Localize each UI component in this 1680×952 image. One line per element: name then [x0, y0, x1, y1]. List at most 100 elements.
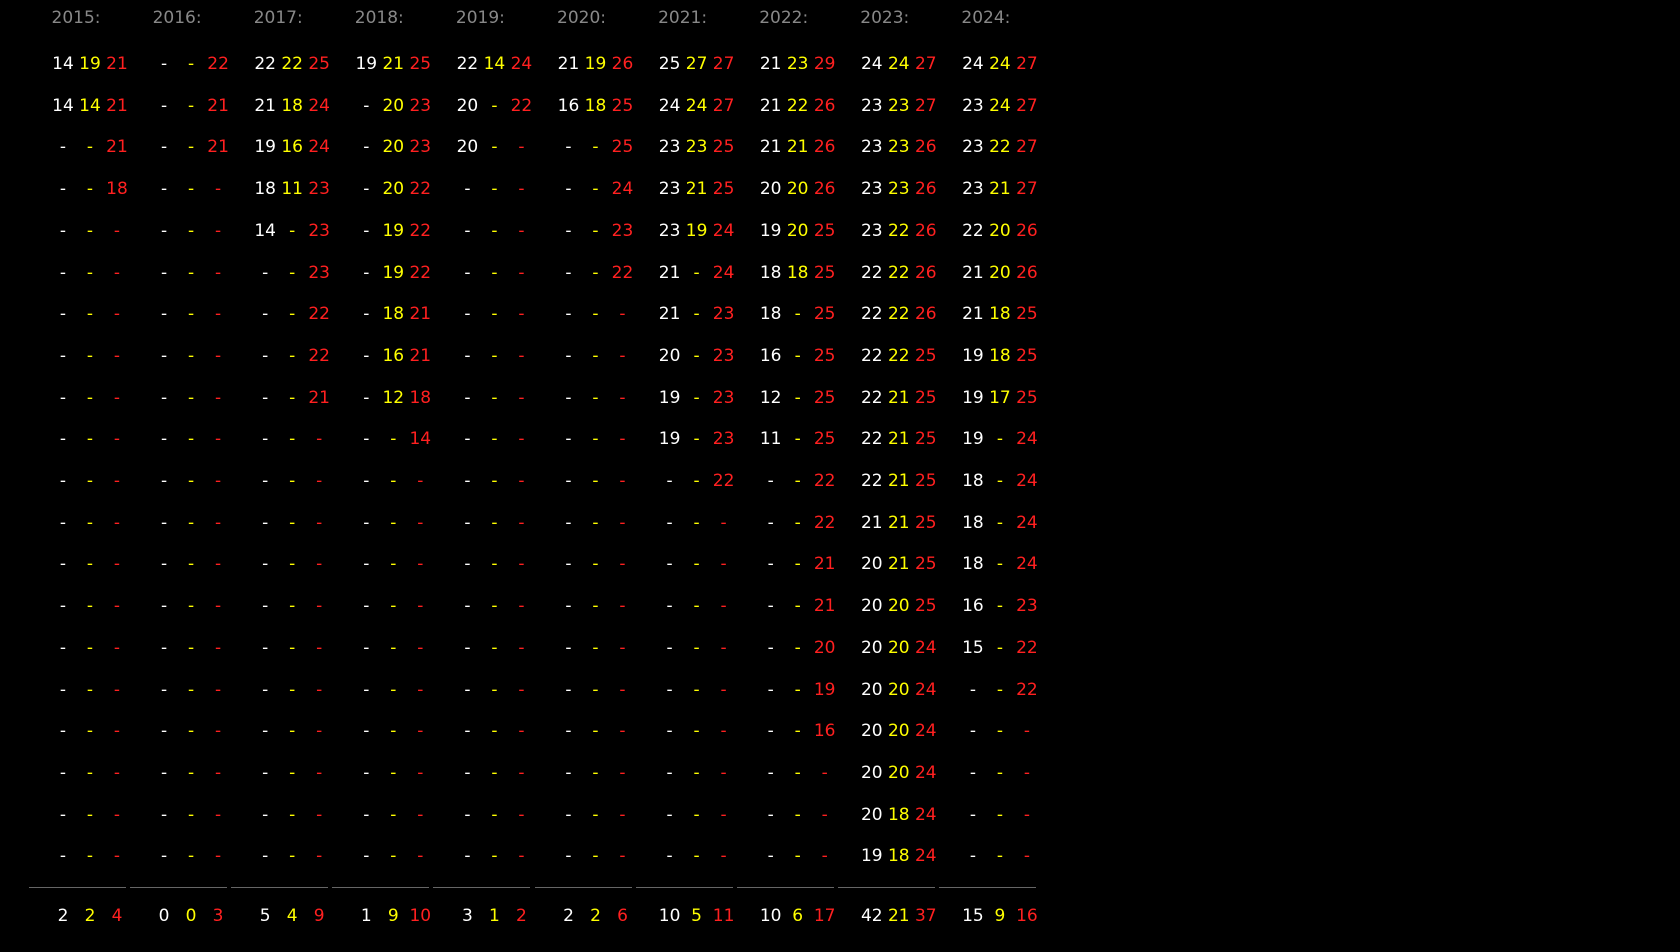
value-cell: - [794, 721, 801, 742]
value-cell: 25 [611, 137, 634, 158]
value-cell: - [86, 554, 94, 575]
value-cell: 20 [887, 679, 910, 700]
value-cell: 20 [382, 179, 405, 200]
value-cell: - [113, 262, 121, 283]
value-cell: - [188, 429, 195, 450]
value-cell: - [996, 471, 1003, 491]
value-cell: - [161, 762, 168, 783]
value-cell: 25 [914, 387, 937, 408]
value-cell: - [464, 721, 471, 742]
column-separator [433, 887, 531, 888]
value-cell: - [363, 554, 370, 575]
value-cell: 16 [759, 345, 782, 366]
value-cell: - [86, 637, 94, 658]
value-cell: - [417, 471, 424, 491]
value-cell: 21 [887, 554, 910, 575]
value-cell: - [592, 179, 599, 200]
value-cell: - [464, 429, 471, 450]
value-cell: - [113, 512, 121, 533]
value-cell: 20 [860, 554, 883, 575]
value-cell: - [161, 596, 168, 617]
value-cell: 20 [989, 262, 1011, 283]
value-cell: - [86, 304, 94, 325]
value-cell: - [59, 220, 67, 241]
value-cell: - [518, 179, 525, 200]
value-cell: 20 [860, 804, 883, 825]
value-cell: 22 [813, 512, 836, 533]
value-cell: - [390, 596, 397, 617]
value-cell: 21 [887, 429, 910, 450]
value-cell: - [464, 804, 471, 825]
total-cell: 0 [185, 906, 197, 926]
value-cell: - [363, 262, 370, 283]
value-cell: - [666, 554, 673, 575]
value-cell: 25 [813, 345, 836, 366]
value-cell: - [565, 804, 572, 825]
total-cell: 2 [515, 906, 527, 926]
value-cell: 21 [207, 95, 229, 116]
value-cell: 22 [1016, 679, 1038, 700]
value-cell: - [464, 387, 471, 408]
value-cell: - [188, 554, 195, 575]
value-cell: - [464, 220, 471, 241]
total-cell: 11 [712, 906, 735, 926]
total-cell: 2 [563, 906, 574, 926]
value-cell: 25 [1016, 387, 1038, 408]
value-cell: - [464, 512, 471, 533]
value-cell: 25 [611, 95, 634, 116]
value-cell: 23 [860, 220, 883, 241]
year-header: 2018: [354, 8, 404, 28]
value-cell: - [491, 554, 498, 575]
value-cell: - [693, 345, 700, 366]
total-cell: 3 [212, 906, 224, 926]
value-cell: - [59, 554, 67, 575]
value-cell: - [794, 679, 801, 700]
value-cell: 22 [887, 262, 910, 283]
value-cell: 24 [712, 220, 735, 241]
column-separator [332, 887, 430, 888]
value-cell: - [316, 721, 323, 742]
value-cell: 18 [281, 95, 303, 116]
value-cell: - [188, 596, 195, 617]
value-cell: - [316, 596, 323, 617]
value-cell: - [565, 137, 572, 158]
value-cell: - [491, 596, 498, 617]
value-cell: - [1023, 846, 1030, 867]
value-cell: 21 [813, 554, 836, 575]
value-cell: 18 [759, 262, 782, 283]
value-cell: - [518, 345, 525, 366]
value-cell: - [996, 596, 1003, 617]
value-cell: 25 [914, 345, 937, 366]
value-cell: - [619, 721, 626, 742]
value-cell: - [161, 220, 168, 241]
value-cell: - [86, 804, 94, 825]
value-cell: - [363, 512, 370, 533]
value-cell: 23 [786, 54, 809, 74]
value-cell: - [821, 846, 828, 867]
value-cell: - [59, 179, 67, 200]
value-cell: - [592, 220, 599, 241]
value-cell: - [619, 387, 626, 408]
value-cell: - [161, 554, 168, 575]
total-cell: 2 [57, 906, 69, 926]
value-cell: - [390, 721, 397, 742]
value-cell: - [996, 679, 1003, 700]
value-cell: - [215, 721, 222, 742]
value-cell: 27 [1016, 179, 1038, 200]
value-cell: 20 [759, 179, 782, 200]
value-cell: 20 [456, 95, 479, 116]
value-cell: - [59, 846, 67, 867]
value-cell: - [289, 637, 296, 658]
year-header: 2016: [152, 8, 202, 28]
value-cell: 24 [914, 846, 937, 867]
total-cell: 15 [962, 906, 984, 926]
value-cell: - [86, 137, 94, 158]
value-cell: - [565, 471, 572, 491]
value-cell: - [188, 679, 195, 700]
value-cell: - [86, 846, 94, 867]
value-cell: - [363, 179, 370, 200]
value-cell: 21 [813, 596, 836, 617]
value-cell: - [592, 554, 599, 575]
value-cell: - [565, 512, 572, 533]
value-cell: 19 [813, 679, 836, 700]
